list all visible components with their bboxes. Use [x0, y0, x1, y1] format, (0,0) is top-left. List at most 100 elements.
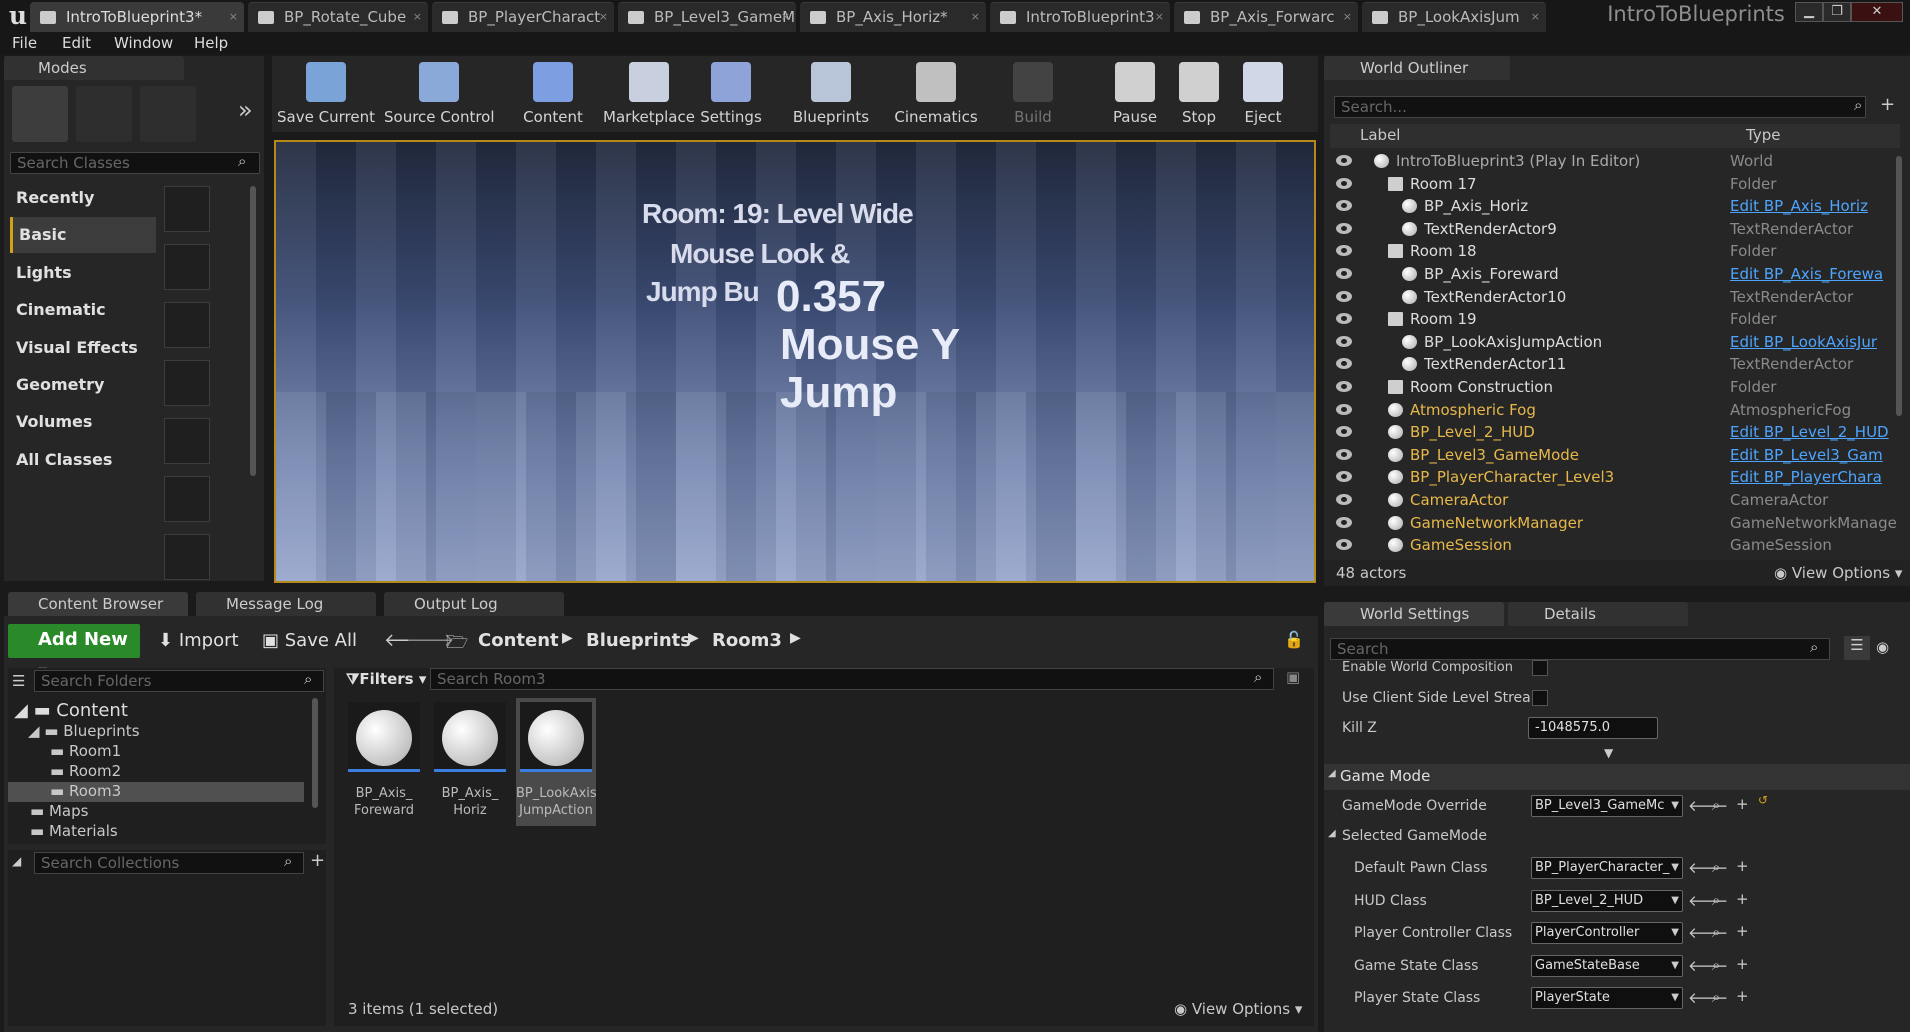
outliner-row[interactable]: IntroToBlueprint3 (Play In Editor) World: [1330, 150, 1900, 173]
add-new-button[interactable]: Add New ▾: [8, 624, 140, 682]
lock-icon[interactable]: 🔓: [1284, 630, 1304, 649]
visibility-eye-icon[interactable]: [1336, 494, 1352, 505]
mode-category[interactable]: Cinematic: [10, 292, 156, 328]
visibility-eye-icon[interactable]: [1336, 268, 1352, 279]
add-icon[interactable]: +: [1736, 922, 1749, 940]
collections-toggle-icon[interactable]: ◢: [12, 854, 21, 868]
tab-close-icon[interactable]: ×: [229, 3, 238, 31]
details-search-input[interactable]: Search: [1330, 638, 1830, 660]
landscape-mode-icon[interactable]: [140, 86, 196, 142]
outliner-row[interactable]: Room 18 Folder: [1330, 240, 1900, 263]
tree-content[interactable]: ◢ ▬ Content: [14, 700, 128, 721]
cube-thumb[interactable]: [164, 476, 210, 522]
doc-tab[interactable]: BP_LookAxisJum ×: [1362, 2, 1546, 32]
tree-maps[interactable]: ▬ Maps: [30, 802, 88, 820]
asset-tile[interactable]: BP_Axis_ Horiz: [430, 698, 510, 826]
use-selected-arrow-icon[interactable]: 🡐: [1688, 891, 1728, 910]
asset-tile[interactable]: BP_LookAxis JumpAction: [516, 698, 597, 826]
source-control-button[interactable]: Source Control: [384, 56, 495, 130]
tab-close-icon[interactable]: ×: [781, 3, 790, 31]
col-label[interactable]: Label: [1360, 126, 1400, 144]
mode-category[interactable]: Geometry: [10, 367, 156, 403]
view-options-button[interactable]: ◉ View Options ▾: [1174, 1000, 1302, 1018]
paint-mode-icon[interactable]: [76, 86, 132, 142]
visibility-eye-icon[interactable]: [1336, 471, 1352, 483]
tree-materials[interactable]: ▬ Materials: [30, 822, 118, 840]
sphere2-thumb[interactable]: [164, 534, 210, 580]
close-button[interactable]: ✕: [1851, 2, 1903, 22]
visibility-eye-icon[interactable]: [1336, 245, 1352, 257]
doc-tab[interactable]: BP_Rotate_Cube ×: [248, 2, 428, 32]
blueprints-button[interactable]: Blueprints: [786, 56, 876, 130]
outliner-row[interactable]: Room 17 Folder: [1330, 173, 1900, 196]
doc-tab[interactable]: BP_Axis_Forwarc ×: [1174, 2, 1358, 32]
visibility-eye-icon[interactable]: [1336, 313, 1352, 325]
minimize-button[interactable]: ▁: [1795, 2, 1823, 22]
tab-close-icon[interactable]: ×: [599, 3, 608, 31]
tab-close-icon[interactable]: ×: [971, 3, 980, 31]
outliner-row-type[interactable]: Edit BP_LookAxisJur: [1730, 331, 1877, 353]
use-selected-arrow-icon[interactable]: 🡐: [1688, 796, 1728, 815]
doc-tab[interactable]: BP_Axis_Horiz* ×: [800, 2, 986, 32]
outliner-row[interactable]: Room Construction Folder: [1330, 376, 1900, 399]
add-collection-icon[interactable]: +: [310, 850, 325, 871]
import-button[interactable]: ⬇ Import: [158, 630, 239, 651]
tree-room2[interactable]: ▬ Room2: [50, 762, 121, 780]
mode-category[interactable]: Volumes: [10, 404, 156, 440]
outliner-row[interactable]: BP_PlayerCharacter_Level3 Edit BP_PlayerC…: [1330, 466, 1900, 489]
modes-tab[interactable]: Modes: [4, 56, 184, 80]
cinematics-button[interactable]: Cinematics: [888, 56, 984, 130]
visibility-eye-icon[interactable]: [1336, 200, 1352, 212]
use-selected-arrow-icon[interactable]: 🡐: [1688, 858, 1728, 877]
outliner-row-type[interactable]: Edit BP_Axis_Forewa: [1730, 263, 1883, 285]
list-view-icon[interactable]: ☰: [1844, 636, 1870, 660]
details-tab[interactable]: Details: [1508, 602, 1688, 626]
viewport[interactable]: Room: 19: Level Wide Mouse Look & Jump B…: [274, 140, 1316, 583]
mode-category[interactable]: Lights: [10, 255, 156, 291]
stop-button[interactable]: Stop: [1168, 56, 1230, 130]
browse-icon[interactable]: ⌕: [1712, 923, 1720, 941]
tab-close-icon[interactable]: ×: [1343, 3, 1352, 31]
outliner-row-type[interactable]: Edit BP_Level3_Gam: [1730, 444, 1883, 466]
save-current-button[interactable]: Save Current: [276, 56, 376, 130]
pawn-thumb[interactable]: [164, 302, 210, 348]
marketplace-button[interactable]: Marketplace: [594, 56, 704, 130]
more-modes-icon[interactable]: »: [238, 96, 253, 124]
visibility-eye-icon[interactable]: [1336, 155, 1352, 166]
world-outliner-tab[interactable]: World Outliner: [1324, 56, 1510, 80]
search-folders-input[interactable]: Search Folders: [34, 670, 324, 692]
expand-advanced-icon[interactable]: ▼: [1604, 746, 1613, 760]
doc-tab[interactable]: BP_Level3_GameM ×: [618, 2, 796, 32]
browse-icon[interactable]: ⌕: [1712, 858, 1720, 876]
visibility-eye-icon[interactable]: [1336, 381, 1352, 392]
doc-tab[interactable]: BP_PlayerCharact ×: [432, 2, 614, 32]
save-all-button[interactable]: ▣ Save All: [262, 630, 357, 651]
visibility-eye-icon[interactable]: [1336, 516, 1352, 528]
menu-file[interactable]: File: [12, 32, 37, 54]
property-dropdown[interactable]: PlayerController: [1531, 922, 1683, 944]
outliner-row[interactable]: GameNetworkManager GameNetworkManage: [1330, 512, 1900, 535]
browse-icon[interactable]: ⌕: [1712, 891, 1720, 909]
search-collections-input[interactable]: Search Collections: [34, 852, 304, 874]
bottom-tab[interactable]: Content Browser: [8, 592, 188, 616]
tab-close-icon[interactable]: ×: [1155, 3, 1164, 31]
pause-button[interactable]: Pause: [1104, 56, 1166, 130]
outliner-row-type[interactable]: Edit BP_PlayerChara: [1730, 466, 1882, 488]
filters-button[interactable]: ⧩Filters ▾: [346, 670, 426, 688]
menu-help[interactable]: Help: [194, 32, 228, 54]
outliner-row[interactable]: TextRenderActor9 TextRenderActor: [1330, 218, 1900, 241]
asset-tile[interactable]: BP_Axis_ Foreward: [344, 698, 424, 826]
tree-room3[interactable]: ▬ Room3: [8, 782, 304, 802]
path-content[interactable]: Content: [478, 630, 559, 651]
tab-close-icon[interactable]: ×: [1531, 3, 1540, 31]
use-selected-arrow-icon[interactable]: 🡐: [1688, 956, 1728, 975]
enable-world-comp-checkbox[interactable]: [1532, 660, 1548, 676]
add-filter-icon[interactable]: +: [1880, 94, 1895, 115]
add-icon[interactable]: +: [1736, 857, 1749, 875]
mode-category[interactable]: Visual Effects: [10, 330, 156, 366]
add-icon[interactable]: +: [1736, 890, 1749, 908]
tree-toggle-icon[interactable]: ☰: [12, 672, 25, 690]
modes-scrollbar[interactable]: [250, 186, 256, 476]
world-settings-tab[interactable]: World Settings: [1324, 602, 1504, 626]
view-options-button[interactable]: ◉ View Options ▾: [1774, 564, 1902, 582]
